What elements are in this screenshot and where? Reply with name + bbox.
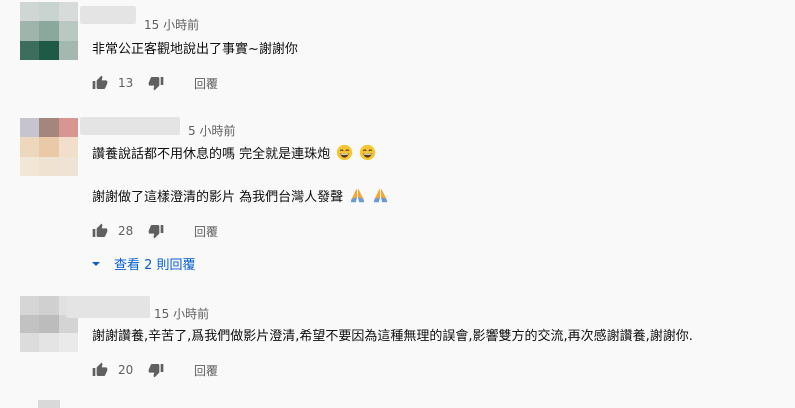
folded-hands-emoji (374, 188, 388, 203)
view-replies-label: 查看 2 則回覆 (114, 258, 196, 273)
comment-text-line-1: 讚養說話都不用休息的嗎 完全就是連珠炮 (92, 147, 331, 162)
next-comment-avatar (38, 400, 60, 408)
comment-text-line-2: 謝謝做了這樣澄清的影片 為我們台灣人發聲 (92, 190, 344, 205)
thumb-down-icon (148, 77, 164, 91)
like-button[interactable] (92, 223, 108, 239)
comment-text: 非常公正客觀地說出了事實~謝謝你 (92, 42, 298, 57)
avatar[interactable] (20, 118, 78, 176)
dislike-button[interactable] (148, 75, 164, 91)
like-button[interactable] (92, 362, 108, 378)
comment-text: 謝謝讚養,辛苦了,爲我們做影片澄清,希望不要因為這種無理的誤會,影響雙方的交流,… (92, 329, 693, 344)
dislike-button[interactable] (148, 223, 164, 239)
avatar[interactable] (20, 2, 78, 60)
comment-text: 謝謝做了這樣澄清的影片 為我們台灣人發聲 (92, 187, 389, 207)
view-replies-button[interactable]: 查看 2 則回覆 (90, 254, 196, 273)
like-count: 13 (118, 76, 134, 90)
comment-timestamp[interactable]: 5 小時前 (188, 122, 235, 139)
comment-actions: 20 回覆 (92, 358, 218, 382)
dislike-button[interactable] (148, 362, 164, 378)
thumb-up-icon (92, 362, 108, 376)
comment-actions: 28 回覆 (92, 219, 218, 243)
comment-timestamp[interactable]: 15 小時前 (154, 305, 209, 322)
author-name[interactable] (66, 296, 150, 318)
like-button[interactable] (92, 75, 108, 91)
reply-button[interactable]: 回覆 (194, 223, 218, 240)
caret-down-icon (92, 261, 100, 266)
comment-actions: 13 回覆 (92, 71, 218, 95)
thumb-up-icon (92, 75, 108, 89)
grinning-sweat-emoji (337, 144, 353, 161)
thumb-down-icon (148, 225, 164, 239)
folded-hands-emoji (350, 188, 365, 203)
reply-button[interactable]: 回覆 (194, 362, 218, 379)
author-name[interactable] (80, 6, 136, 24)
like-count: 20 (118, 363, 134, 377)
like-count: 28 (118, 224, 134, 238)
comment-timestamp[interactable]: 15 小時前 (144, 16, 199, 33)
reply-button[interactable]: 回覆 (194, 75, 218, 92)
thumb-down-icon (148, 364, 164, 378)
thumb-up-icon (92, 223, 108, 237)
grinning-sweat-emoji (360, 144, 376, 161)
comment-text: 讚養說話都不用休息的嗎 完全就是連珠炮 (92, 144, 376, 164)
author-name[interactable] (80, 117, 180, 135)
